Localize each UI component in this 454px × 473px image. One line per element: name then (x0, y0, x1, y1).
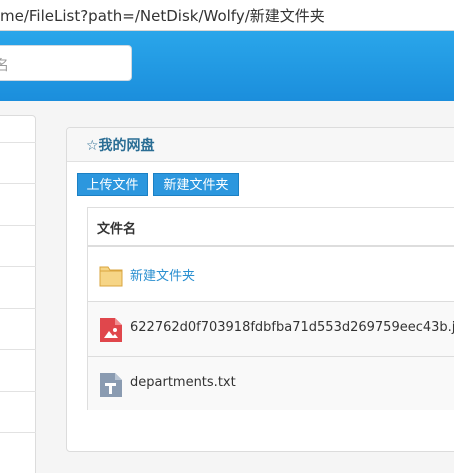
upload-file-button[interactable]: 上传文件 (77, 173, 148, 196)
file-name-link[interactable]: 新建文件夹 (130, 265, 195, 284)
sidebar-divider (0, 266, 36, 267)
address-url[interactable]: me/FileList?path=/NetDisk/Wolfy/新建文件夹 (0, 5, 325, 26)
sidebar-divider (0, 349, 36, 350)
top-header: 件名 (0, 31, 454, 101)
panel-heading: ☆我的网盘 (67, 128, 454, 162)
address-bar[interactable]: me/FileList?path=/NetDisk/Wolfy/新建文件夹 (0, 0, 454, 31)
sidebar-divider (0, 432, 36, 433)
sidebar-divider (0, 183, 36, 184)
sidebar (0, 115, 36, 473)
folder-icon (99, 262, 123, 288)
table-row[interactable]: departments.txt (88, 357, 454, 410)
column-header-filename: 文件名 (97, 222, 137, 237)
sidebar-divider (0, 225, 36, 226)
page: me/FileList?path=/NetDisk/Wolfy/新建文件夹 件名… (0, 0, 454, 473)
file-name[interactable]: departments.txt (130, 375, 236, 390)
image-file-icon (99, 317, 123, 343)
new-folder-button[interactable]: 新建文件夹 (153, 173, 239, 196)
sidebar-divider (0, 391, 36, 392)
sidebar-divider (0, 308, 36, 309)
file-name[interactable]: 622762d0f703918fdbfba71d553d269759eec43b… (130, 320, 454, 335)
search-input[interactable]: 件名 (0, 45, 132, 81)
my-disk-panel: ☆我的网盘 上传文件 新建文件夹 文件名 新建文件夹 622762d0f7039… (66, 127, 454, 452)
sidebar-divider (0, 142, 36, 143)
table-row[interactable]: 622762d0f703918fdbfba71d553d269759eec43b… (88, 302, 454, 357)
text-file-icon (99, 372, 123, 398)
panel-title: ☆我的网盘 (86, 138, 155, 154)
search-placeholder: 件名 (0, 58, 9, 74)
table-row[interactable]: 新建文件夹 (88, 247, 454, 302)
table-header-row: 文件名 (88, 208, 454, 247)
file-table: 文件名 新建文件夹 622762d0f703918fdbfba71d553d26… (87, 207, 454, 410)
